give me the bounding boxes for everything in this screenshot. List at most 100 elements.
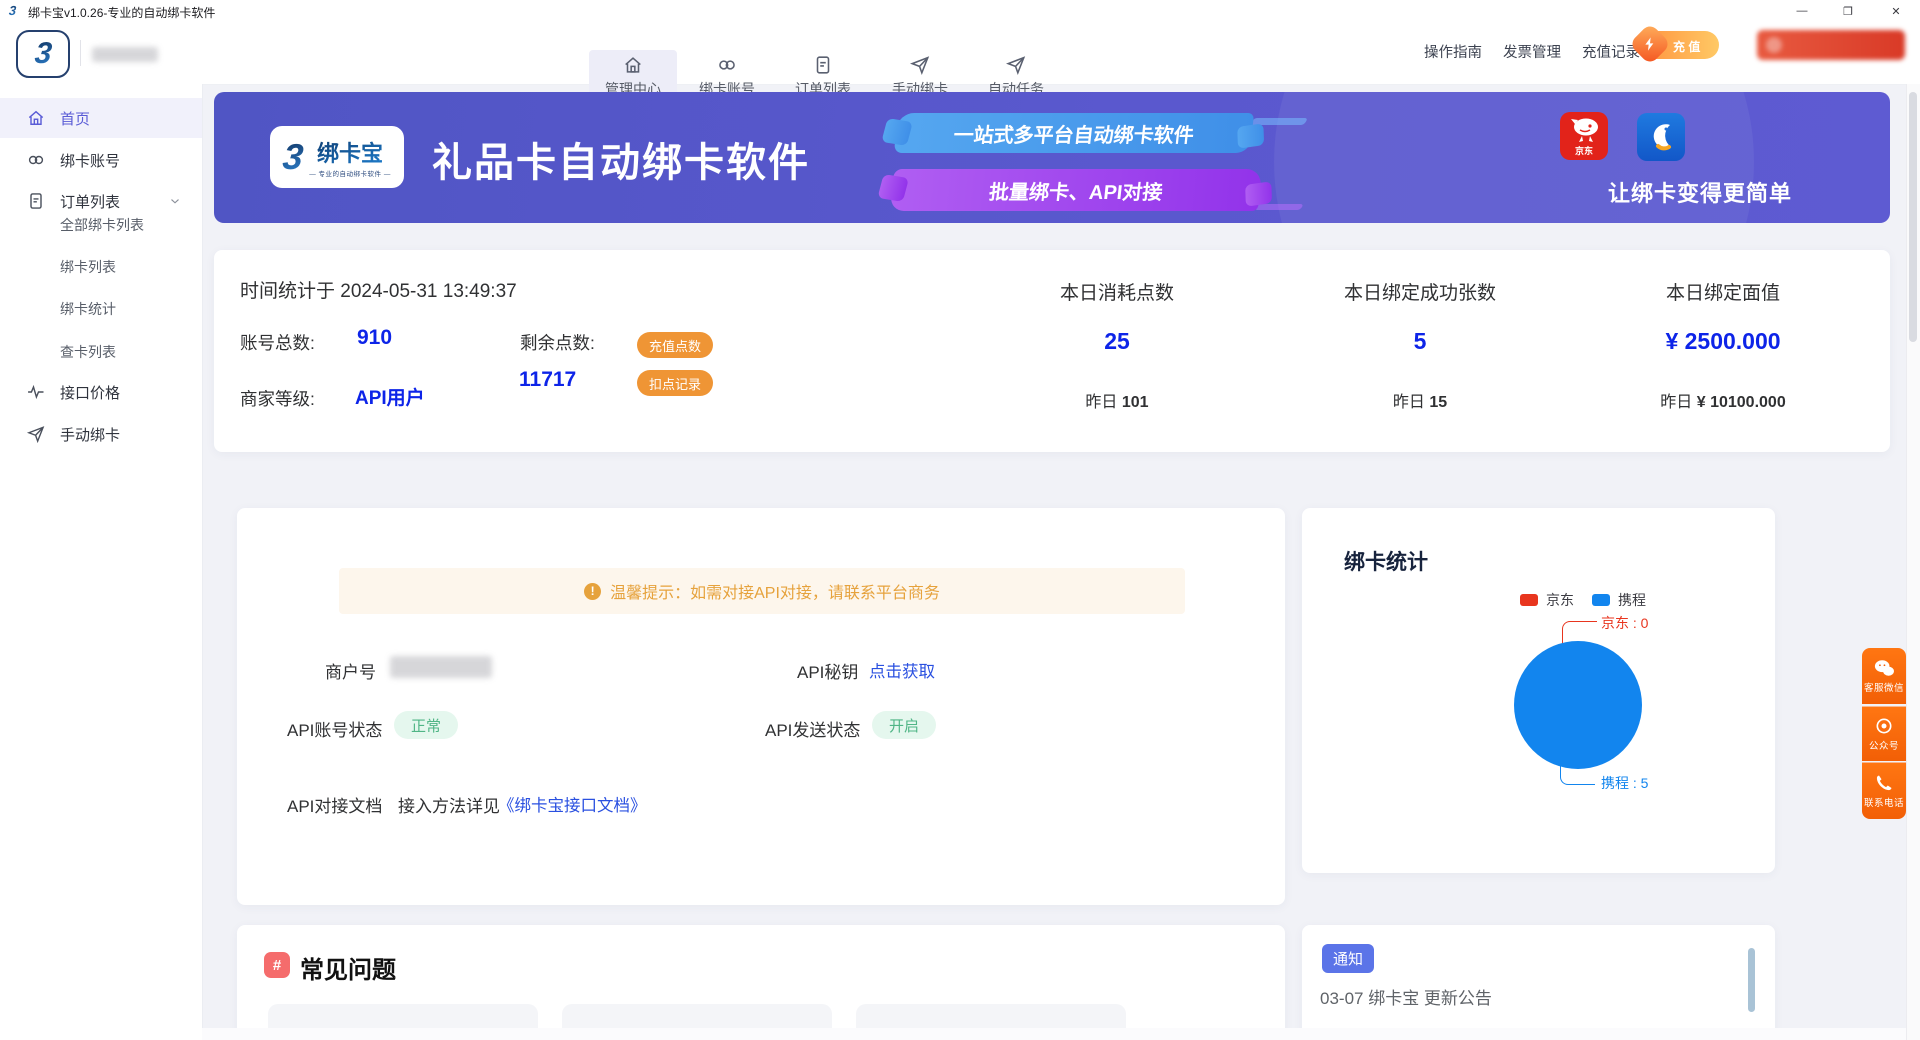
waveform-icon bbox=[26, 382, 46, 402]
notice-item[interactable]: 03-07 绑卡宝 更新公告 bbox=[1320, 984, 1492, 1009]
warning-text: 温馨提示：如需对接API对接，请联系平台商务 bbox=[610, 579, 940, 603]
stat-col-points-consumed: 本日消耗点数 bbox=[1007, 278, 1227, 305]
merchant-level-value: API用户 bbox=[355, 383, 425, 410]
api-account-status-label: API账号状态 bbox=[287, 716, 382, 741]
recharge-points-button[interactable]: 充值点数 bbox=[637, 332, 713, 358]
callout-line-ctrip bbox=[1560, 760, 1595, 785]
sidebar-subitem-all-bind-list[interactable]: 全部绑卡列表 bbox=[60, 215, 144, 235]
header: 3 管理中心 绑卡账号 订单列表 手动绑卡 自动任务 操作指南 发票管理 bbox=[0, 22, 1920, 85]
title-bar: 3 绑卡宝v1.0.26-专业的自动绑卡软件 — ❐ ✕ bbox=[0, 0, 1920, 22]
account-name-redacted bbox=[92, 47, 158, 62]
sidebar-item-manual-bind[interactable]: 手动绑卡 bbox=[0, 414, 202, 454]
avatar bbox=[1766, 37, 1782, 53]
pie-chart[interactable] bbox=[1514, 641, 1642, 769]
close-icon[interactable]: ✕ bbox=[1872, 0, 1920, 22]
link-operation-guide[interactable]: 操作指南 bbox=[1424, 41, 1482, 62]
banner-decoration bbox=[1254, 204, 1303, 210]
float-wechat-service-button[interactable]: 客服微信 bbox=[1862, 648, 1906, 704]
link-icon bbox=[716, 54, 738, 76]
maximize-icon[interactable]: ❐ bbox=[1826, 0, 1870, 22]
banner-logo-name: 绑卡宝 bbox=[317, 136, 383, 168]
home-icon bbox=[26, 108, 46, 128]
banner-title: 礼品卡自动绑卡软件 bbox=[432, 130, 810, 188]
warning-icon: ! bbox=[584, 583, 601, 600]
window-title: 绑卡宝v1.0.26-专业的自动绑卡软件 bbox=[28, 4, 215, 21]
chevron-down-icon bbox=[168, 194, 182, 208]
link-invoice-management[interactable]: 发票管理 bbox=[1503, 41, 1561, 62]
legend-swatch-jd[interactable] bbox=[1520, 594, 1538, 606]
stats-card: 时间统计于 2024-05-31 13:49:37 账号总数: 910 商家等级… bbox=[214, 250, 1890, 452]
app-window: 3 绑卡宝v1.0.26-专业的自动绑卡软件 — ❐ ✕ 3 管理中心 绑卡账号… bbox=[0, 0, 1920, 1040]
stat-col-bound-value-value: ¥ 2500.000 bbox=[1613, 328, 1833, 355]
float-official-account-button[interactable]: 公众号 bbox=[1862, 706, 1906, 761]
banner-slogan: 让绑卡变得更简单 bbox=[1600, 176, 1800, 208]
hash-icon: # bbox=[264, 952, 290, 978]
api-send-status-badge: 开启 bbox=[872, 711, 936, 739]
notice-scrollbar[interactable] bbox=[1748, 948, 1755, 1012]
sidebar-item-api-price[interactable]: 接口价格 bbox=[0, 372, 202, 412]
banner-logo-tagline: — 专业的自动绑卡软件 — bbox=[309, 168, 391, 178]
stat-col-success-cards: 本日绑定成功张数 bbox=[1310, 278, 1530, 305]
minimize-icon[interactable]: — bbox=[1780, 0, 1824, 22]
banner-badge-bottom: 批量绑卡、API对接 bbox=[890, 169, 1262, 211]
header-divider bbox=[80, 40, 81, 66]
document-icon bbox=[26, 191, 46, 211]
merchant-level-label: 商家等级: bbox=[240, 386, 315, 411]
brand-glyph-icon: 3 bbox=[33, 37, 53, 71]
home-icon bbox=[622, 54, 644, 76]
stat-col-success-cards-prev: 昨日 15 bbox=[1310, 388, 1530, 412]
api-panel-card: ! 温馨提示：如需对接API对接，请联系平台商务 商户号 API秘钥 点击获取 … bbox=[237, 508, 1285, 905]
link-icon bbox=[26, 150, 46, 170]
legend-swatch-ctrip[interactable] bbox=[1592, 594, 1610, 606]
window-scrollbar-thumb[interactable] bbox=[1909, 92, 1917, 342]
notice-badge: 通知 bbox=[1322, 944, 1374, 973]
stat-col-points-consumed-value: 25 bbox=[1007, 328, 1227, 355]
legend-label-jd[interactable]: 京东 bbox=[1546, 590, 1574, 610]
sidebar: 首页 绑卡账号 订单列表 全部绑卡列表 绑卡列表 绑卡统计 查卡列表 接口价格 … bbox=[0, 84, 203, 1040]
remaining-points-label: 剩余点数: bbox=[520, 330, 595, 355]
stat-col-points-consumed-prev: 昨日 101 bbox=[1007, 388, 1227, 412]
recharge-button[interactable]: 充 值 bbox=[1643, 31, 1719, 59]
api-key-label: API秘钥 bbox=[797, 658, 858, 683]
stat-col-bound-value: 本日绑定面值 bbox=[1613, 278, 1833, 305]
sidebar-item-bind-accounts[interactable]: 绑卡账号 bbox=[0, 140, 202, 180]
stat-col-success-cards-value: 5 bbox=[1310, 328, 1530, 355]
api-send-status-label: API发送状态 bbox=[765, 716, 860, 741]
sidebar-subitem-bind-list[interactable]: 绑卡列表 bbox=[60, 257, 116, 277]
notice-card: 通知 03-07 绑卡宝 更新公告 03-04 绑卡宝 更新公告 bbox=[1302, 925, 1775, 1040]
merchant-no-label: 商户号 bbox=[325, 658, 376, 683]
chart-legend: 京东 携程 bbox=[1520, 590, 1646, 610]
faq-card: # 常见问题 bbox=[237, 925, 1285, 1040]
callout-label-jd: 京东 : 0 bbox=[1601, 613, 1648, 633]
send-icon bbox=[1005, 54, 1027, 76]
sidebar-subitem-check-card-list[interactable]: 查卡列表 bbox=[60, 342, 116, 362]
bind-stats-card: 绑卡统计 京东 携程 京东 : 0 携程 : 5 bbox=[1302, 508, 1775, 873]
api-account-status-badge: 正常 bbox=[394, 711, 458, 739]
stat-col-bound-value-prev: 昨日 ¥ 10100.000 bbox=[1613, 388, 1833, 412]
api-key-get-link[interactable]: 点击获取 bbox=[869, 658, 935, 682]
phone-icon bbox=[1874, 773, 1894, 793]
account-button-redacted[interactable] bbox=[1757, 30, 1905, 60]
deduction-records-button[interactable]: 扣点记录 bbox=[637, 370, 713, 396]
sidebar-subitem-bind-stats[interactable]: 绑卡统计 bbox=[60, 299, 116, 319]
legend-label-ctrip[interactable]: 携程 bbox=[1618, 590, 1646, 610]
sidebar-item-home[interactable]: 首页 bbox=[0, 98, 202, 138]
header-logo: 3 bbox=[16, 30, 70, 78]
warning-banner: ! 温馨提示：如需对接API对接，请联系平台商务 bbox=[339, 568, 1185, 614]
hero-banner: 3 绑卡宝 — 专业的自动绑卡软件 — 礼品卡自动绑卡软件 一站式多平台自动绑卡… bbox=[214, 92, 1890, 223]
document-icon bbox=[812, 54, 834, 76]
send-icon bbox=[26, 424, 46, 444]
account-total-value: 910 bbox=[357, 326, 392, 350]
app-logo-icon: 3 bbox=[8, 3, 17, 18]
ctrip-app-icon bbox=[1637, 113, 1685, 161]
banner-badge-top: 一站式多平台自动绑卡软件 bbox=[894, 113, 1254, 153]
account-total-label: 账号总数: bbox=[240, 330, 315, 355]
faq-title: 常见问题 bbox=[300, 950, 396, 985]
banner-logo: 3 绑卡宝 — 专业的自动绑卡软件 — bbox=[270, 126, 404, 188]
chart-title: 绑卡统计 bbox=[1344, 546, 1428, 576]
bottom-strip bbox=[202, 1028, 1920, 1040]
float-contact-phone-button[interactable]: 联系电话 bbox=[1862, 762, 1906, 819]
send-icon bbox=[909, 54, 931, 76]
api-doc-link[interactable]: 《绑卡宝接口文档》 bbox=[498, 792, 647, 816]
jd-app-icon: 京东 bbox=[1560, 112, 1608, 160]
